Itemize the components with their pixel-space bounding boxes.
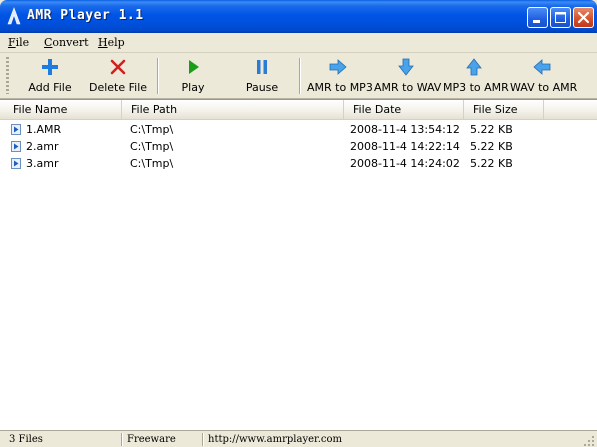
toolbar-separator (157, 58, 159, 94)
audio-file-icon (11, 158, 21, 169)
pause-label: Pause (245, 81, 279, 94)
toolbar: Add File Delete File Play Pause AMR to M… (0, 53, 597, 99)
wav-to-amr-label: WAV to AMR (510, 81, 578, 94)
add-file-button[interactable]: Add File (24, 56, 76, 96)
file-name-cell: 1.AMR (26, 123, 62, 136)
table-row[interactable]: 3.amr C:\Tmp\ 2008-11-4 14:24:02 5.22 KB (0, 155, 597, 172)
add-file-label: Add File (28, 81, 72, 94)
column-header-file-size[interactable]: File Size (464, 100, 544, 119)
file-date-cell: 2008-11-4 14:22:14 (350, 140, 460, 153)
file-date-cell: 2008-11-4 14:24:02 (350, 157, 460, 170)
menu-convert[interactable]: Convert (44, 36, 89, 49)
audio-file-icon (11, 141, 21, 152)
file-date-cell: 2008-11-4 13:54:12 (350, 123, 460, 136)
status-divider (121, 433, 123, 446)
list-header: File Name File Path File Date File Size (0, 100, 597, 120)
table-row[interactable]: 2.amr C:\Tmp\ 2008-11-4 14:22:14 5.22 KB (0, 138, 597, 155)
toolbar-grip[interactable] (6, 57, 9, 94)
amr-to-mp3-label: AMR to MP3 (307, 81, 373, 94)
status-license: Freeware (127, 434, 176, 445)
title-bar[interactable]: AMR Player 1.1 (0, 0, 597, 33)
arrow-up-icon (466, 58, 482, 76)
maximize-icon (555, 12, 566, 23)
menu-help[interactable]: Help (98, 36, 125, 49)
menu-bar: File Convert Help (0, 33, 597, 53)
status-divider (202, 433, 204, 446)
wav-to-amr-button[interactable]: WAV to AMR (510, 56, 578, 96)
column-header-file-path[interactable]: File Path (122, 100, 344, 119)
table-row[interactable]: 1.AMR C:\Tmp\ 2008-11-4 13:54:12 5.22 KB (0, 121, 597, 138)
toolbar-separator (299, 58, 301, 94)
resize-grip-icon[interactable] (583, 435, 595, 447)
file-size-cell: 5.22 KB (470, 140, 513, 153)
arrow-left-icon (533, 59, 551, 75)
file-path-cell: C:\Tmp\ (130, 140, 174, 153)
amr-to-mp3-button[interactable]: AMR to MP3 (307, 56, 373, 96)
delete-file-label: Delete File (88, 81, 148, 94)
menu-help-accel: H (98, 36, 108, 49)
menu-help-label: elp (107, 36, 125, 49)
column-header-file-name[interactable]: File Name (0, 100, 122, 119)
amr-to-wav-button[interactable]: AMR to WAV (374, 56, 442, 96)
delete-x-icon (110, 59, 126, 75)
delete-file-button[interactable]: Delete File (88, 56, 148, 96)
close-icon (577, 11, 590, 24)
file-name-cell: 3.amr (26, 157, 59, 170)
file-size-cell: 5.22 KB (470, 123, 513, 136)
pause-button[interactable]: Pause (236, 56, 288, 96)
file-list[interactable]: File Name File Path File Date File Size … (0, 99, 597, 431)
menu-convert-label: onvert (52, 36, 89, 49)
menu-file[interactable]: File (8, 36, 29, 49)
mp3-to-amr-label: MP3 to AMR (443, 81, 509, 94)
maximize-button[interactable] (550, 7, 571, 28)
status-bar: 3 Files Freeware http://www.amrplayer.co… (0, 430, 597, 447)
file-path-cell: C:\Tmp\ (130, 157, 174, 170)
play-button[interactable]: Play (168, 56, 218, 96)
mp3-to-amr-button[interactable]: MP3 to AMR (443, 56, 509, 96)
file-size-cell: 5.22 KB (470, 157, 513, 170)
minimize-button[interactable] (527, 7, 548, 28)
menu-file-accel: F (8, 36, 16, 49)
plus-icon (42, 59, 58, 75)
menu-file-label: ile (15, 36, 30, 49)
file-path-cell: C:\Tmp\ (130, 123, 174, 136)
status-file-count: 3 Files (9, 434, 43, 445)
app-logo-icon (7, 7, 21, 25)
status-url: http://www.amrplayer.com (208, 434, 342, 445)
audio-file-icon (11, 124, 21, 135)
play-icon (189, 60, 199, 74)
minimize-icon (533, 20, 540, 23)
close-button[interactable] (573, 7, 594, 28)
window-title: AMR Player 1.1 (27, 8, 144, 23)
amr-to-wav-label: AMR to WAV (374, 81, 442, 94)
arrow-down-icon (398, 58, 414, 76)
arrow-right-icon (329, 59, 347, 75)
app-window: AMR Player 1.1 File Convert Help Add Fil… (0, 0, 597, 447)
file-name-cell: 2.amr (26, 140, 59, 153)
play-label: Play (181, 81, 205, 94)
pause-icon (257, 60, 267, 74)
column-header-file-date[interactable]: File Date (344, 100, 464, 119)
